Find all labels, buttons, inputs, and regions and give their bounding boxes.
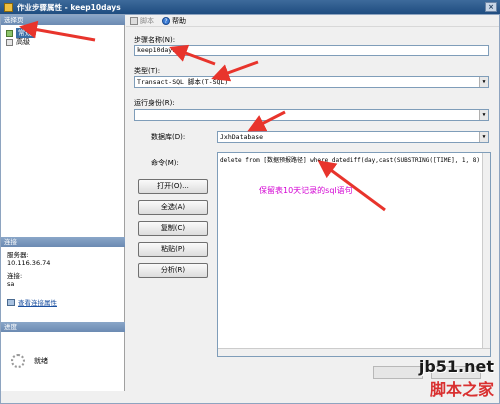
step-name-label: 步骤名称(N):	[134, 36, 176, 44]
progress-spinner-icon	[11, 354, 25, 368]
progress-header: 进度	[1, 322, 125, 332]
vertical-scrollbar[interactable]	[482, 153, 490, 356]
chevron-down-icon[interactable]: ▼	[479, 132, 488, 142]
view-connection-properties-link[interactable]: 查看连接属性	[7, 297, 57, 307]
type-label: 类型(T):	[134, 67, 161, 75]
run-as-label: 运行身份(R):	[134, 99, 175, 107]
connection-value: sa	[7, 280, 15, 288]
link-label: 查看连接属性	[18, 299, 57, 307]
paste-button[interactable]: 粘贴(P)	[138, 242, 208, 257]
watermark-name: 脚本之家	[429, 380, 494, 399]
command-editor[interactable]: delete from [数据预报路径] where datediff(day,…	[217, 152, 491, 357]
page-icon	[6, 38, 13, 46]
script-label: 脚本	[140, 16, 154, 25]
watermark: jb51.net 脚本之家	[419, 357, 494, 400]
next-button[interactable]	[373, 366, 423, 379]
chevron-down-icon[interactable]: ▼	[479, 110, 488, 120]
window-titlebar: 作业步骤属性 - keep10days ×	[0, 0, 500, 14]
server-value: 10.116.36.74	[7, 259, 51, 267]
page-icon	[6, 29, 13, 37]
window-title: 作业步骤属性 - keep10days	[17, 2, 121, 12]
horizontal-scrollbar[interactable]	[218, 348, 490, 356]
type-select[interactable]: Transact-SQL 脚本(T-SQL) ▼	[134, 76, 489, 88]
server-label: 服务器:	[7, 251, 29, 259]
script-button[interactable]: 脚本	[130, 16, 154, 26]
database-value: JxhDatabase	[220, 133, 264, 141]
step-name-input[interactable]: keep10days	[134, 45, 489, 56]
left-pane: 选择页 常规 高级 连接 服务器: 10.116.36.74 连接: sa 查看…	[1, 15, 125, 391]
app-icon	[4, 2, 13, 12]
progress-status: 就绪	[34, 357, 48, 365]
annotation-text: 保留表10天记录的sql语句	[259, 186, 353, 195]
dialog-window: 选择页 常规 高级 连接 服务器: 10.116.36.74 连接: sa 查看…	[0, 14, 500, 404]
help-label: 帮助	[172, 16, 186, 25]
parse-button[interactable]: 分析(R)	[138, 263, 208, 278]
chevron-down-icon[interactable]: ▼	[479, 77, 488, 87]
command-label: 命令(M):	[151, 159, 179, 167]
help-icon: ?	[162, 16, 170, 25]
connection-label: 连接:	[7, 272, 23, 280]
select-all-button[interactable]: 全选(A)	[138, 200, 208, 215]
copy-button[interactable]: 复制(C)	[138, 221, 208, 236]
close-icon[interactable]: ×	[485, 2, 497, 12]
toolbar: 脚本 ? 帮助	[126, 15, 499, 27]
type-value: Transact-SQL 脚本(T-SQL)	[137, 78, 229, 86]
watermark-domain: jb51.net	[418, 357, 494, 376]
database-label: 数据库(D):	[151, 133, 186, 141]
connection-header: 连接	[1, 237, 125, 247]
sidebar-item-label: 高级	[16, 38, 30, 46]
connection-properties-icon	[7, 298, 15, 306]
script-icon	[130, 16, 138, 25]
command-text: delete from [数据预报路径] where datediff(day,…	[220, 157, 491, 164]
select-page-header: 选择页	[1, 15, 125, 25]
open-button[interactable]: 打开(O)...	[138, 179, 208, 194]
database-select[interactable]: JxhDatabase ▼	[217, 131, 489, 143]
help-button[interactable]: ? 帮助	[162, 16, 186, 26]
run-as-select[interactable]: ▼	[134, 109, 489, 121]
sidebar-item-advanced[interactable]: 高级	[6, 37, 30, 47]
